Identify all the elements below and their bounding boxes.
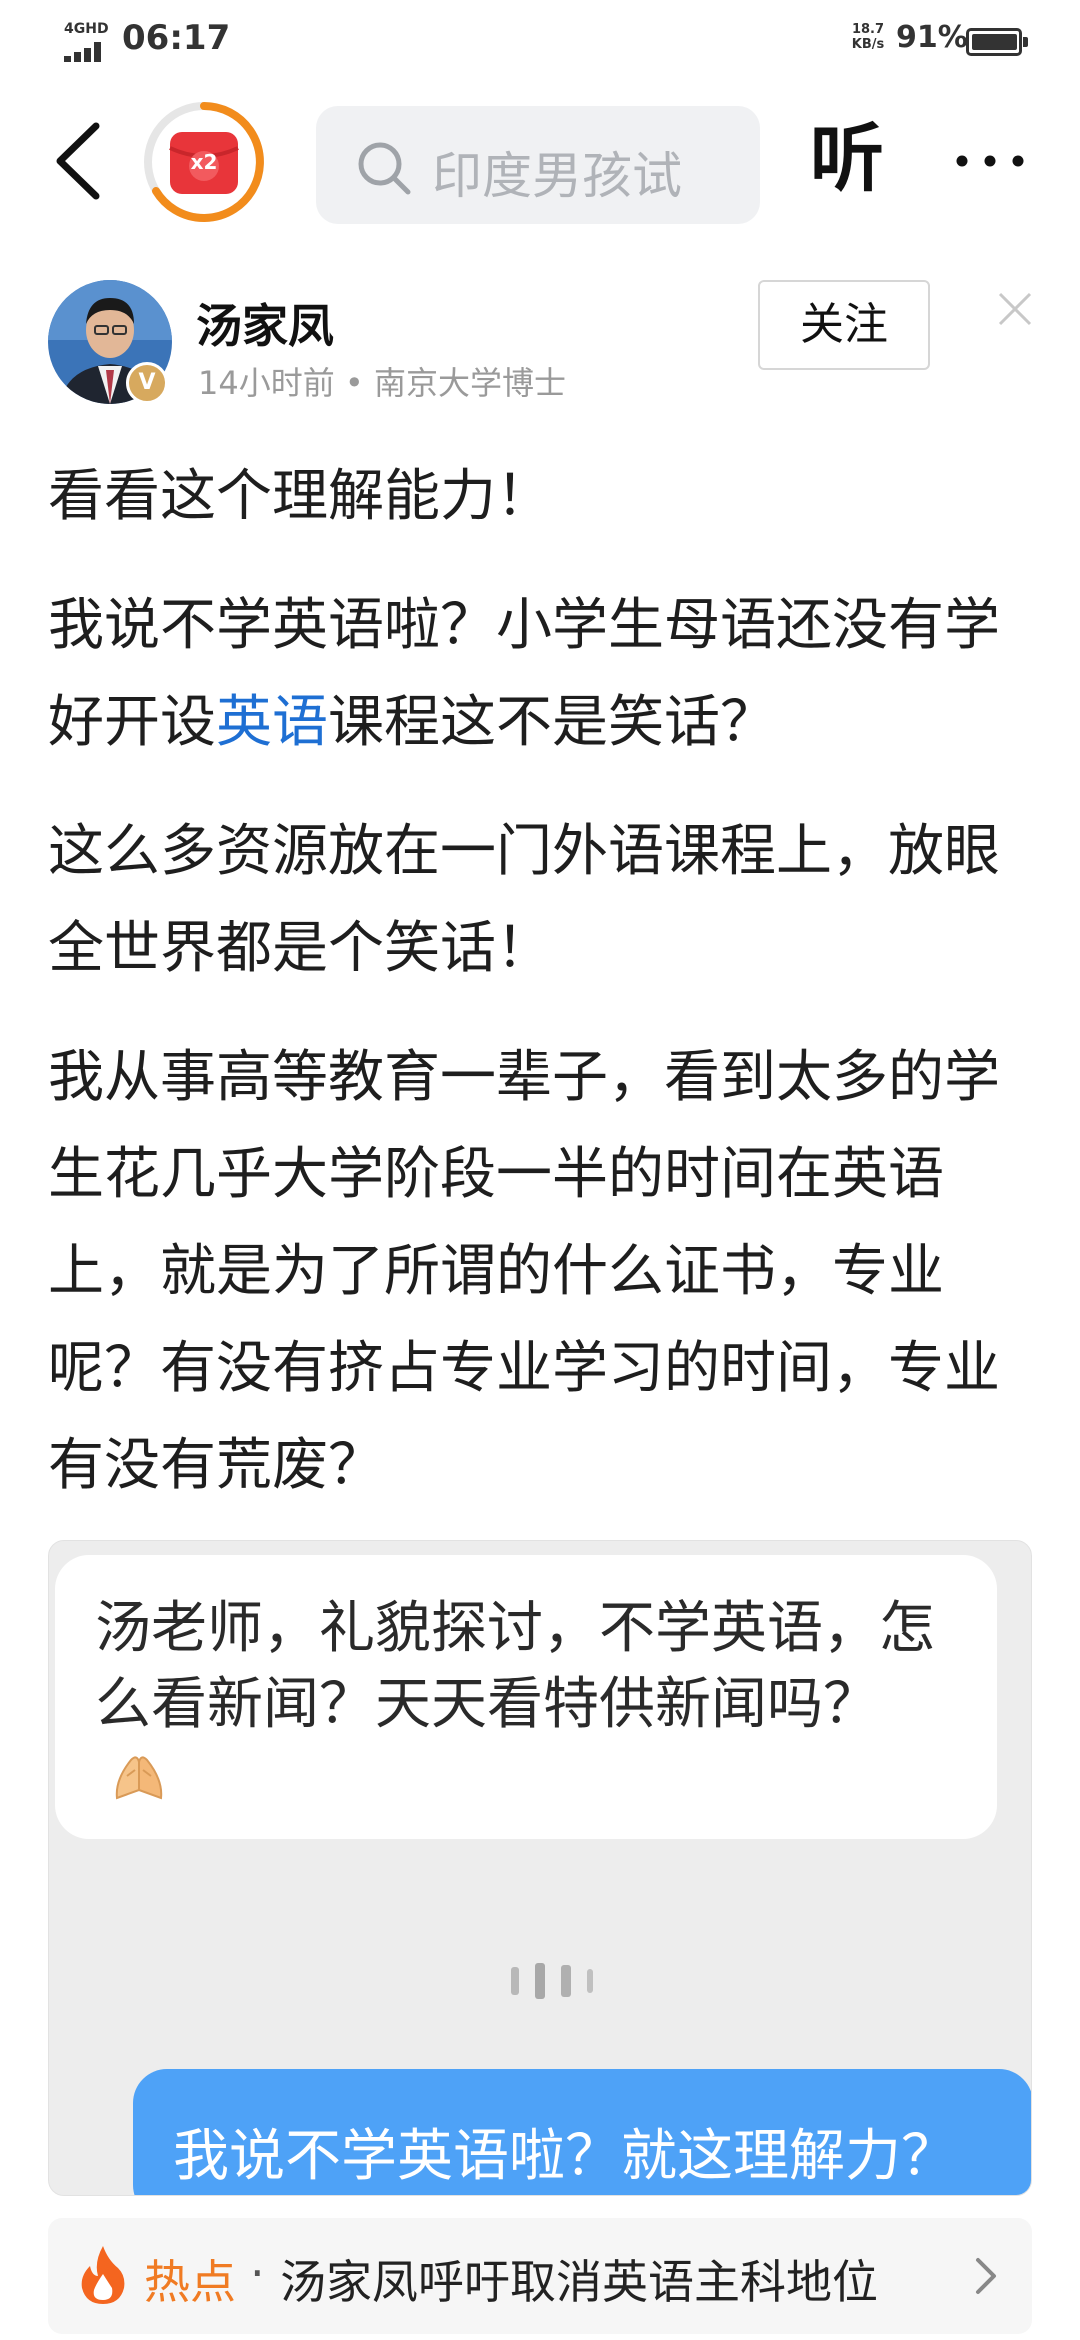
more-dots-icon bbox=[956, 155, 1024, 167]
voice-wave-icon bbox=[505, 1961, 605, 2001]
back-arrow-icon bbox=[56, 122, 100, 200]
author-row: V 汤家凤 14小时前 • 南京大学博士 关注 bbox=[0, 270, 1080, 420]
listen-button[interactable]: 听 bbox=[810, 114, 884, 204]
outgoing-message-bubble: 我说不学英语啦？就这理解力？ bbox=[133, 2069, 1031, 2195]
topic-link[interactable]: 英语 bbox=[216, 690, 328, 755]
search-placeholder: 印度男孩试 bbox=[432, 147, 682, 205]
chevron-right-icon bbox=[976, 2258, 996, 2294]
search-box[interactable]: 印度男孩试 bbox=[316, 106, 760, 224]
author-meta: 14小时前 • 南京大学博士 bbox=[198, 364, 566, 402]
embedded-image[interactable]: 汤老师，礼貌探讨，不学英语，怎么看新闻？天天看特供新闻吗？ 我说不学英语啦？就这… bbox=[48, 1540, 1032, 2196]
clock: 06:17 bbox=[122, 18, 231, 58]
incoming-message-text: 汤老师，礼貌探讨，不学英语，怎么看新闻？天天看特供新闻吗？ bbox=[95, 1596, 935, 1737]
search-icon bbox=[358, 142, 411, 195]
follow-button[interactable]: 关注 bbox=[758, 280, 930, 370]
status-bar: 4GHD 06:17 18.7 KB/s 91% bbox=[0, 0, 1080, 84]
speed-unit: KB/s bbox=[851, 37, 885, 52]
hot-separator: · bbox=[250, 2246, 265, 2300]
back-button[interactable] bbox=[40, 116, 120, 206]
paragraph: 我从事高等教育一辈子，看到太多的学生花几乎大学阶段一半的时间在英语上，就是为了所… bbox=[48, 1045, 1000, 1498]
folded-hands-icon bbox=[109, 1746, 169, 1822]
incoming-message: 汤老师，礼貌探讨，不学英语，怎么看新闻？天天看特供新闻吗？ bbox=[95, 1591, 935, 1822]
network-speed: 18.7 KB/s bbox=[848, 22, 888, 52]
hot-label: 热点 bbox=[144, 2255, 236, 2309]
reward-badge: x2 bbox=[190, 150, 218, 174]
verified-badge: V bbox=[126, 362, 168, 404]
hot-topic-bar[interactable]: 热点 · 汤家凤呼吁取消英语主科地位 bbox=[48, 2218, 1032, 2334]
incoming-message-bubble: 汤老师，礼貌探讨，不学英语，怎么看新闻？天天看特供新闻吗？ bbox=[55, 1555, 997, 1839]
battery-percent: 91% bbox=[896, 20, 968, 55]
paragraph: 这么多资源放在一门外语课程上，放眼全世界都是个笑话！ bbox=[48, 819, 1000, 981]
article-body: 看看这个理解能力！ 我说不学英语啦？小学生母语还没有学好开设英语课程这不是笑话？… bbox=[48, 448, 1038, 1546]
more-button[interactable] bbox=[950, 126, 1030, 196]
signal-icon bbox=[64, 42, 110, 62]
network-indicator: 4GHD bbox=[64, 22, 112, 62]
author-name[interactable]: 汤家凤 bbox=[196, 290, 334, 356]
close-button[interactable] bbox=[990, 284, 1040, 334]
paragraph: 看看这个理解能力！ bbox=[48, 464, 552, 529]
hot-topic-title: 汤家凤呼吁取消英语主科地位 bbox=[280, 2255, 878, 2309]
speed-value: 18.7 bbox=[851, 22, 885, 37]
top-nav: x2 印度男孩试 听 bbox=[0, 96, 1080, 226]
close-icon bbox=[998, 292, 1032, 326]
article-page: 4GHD 06:17 18.7 KB/s 91% x2 印度男孩试 听 V 汤家… bbox=[0, 0, 1080, 2340]
paragraph-text: 课程这不是笑话？ bbox=[328, 690, 776, 755]
flame-icon bbox=[81, 2246, 125, 2304]
outgoing-message: 我说不学英语啦？就这理解力？ bbox=[173, 2124, 957, 2189]
paragraph: 我说不学英语啦？小学生母语还没有学好开设英语课程这不是笑话？ bbox=[48, 577, 1038, 771]
network-label: 4GHD bbox=[64, 21, 109, 37]
battery-icon bbox=[966, 28, 1028, 56]
reward-button[interactable]: x2 bbox=[142, 100, 266, 224]
